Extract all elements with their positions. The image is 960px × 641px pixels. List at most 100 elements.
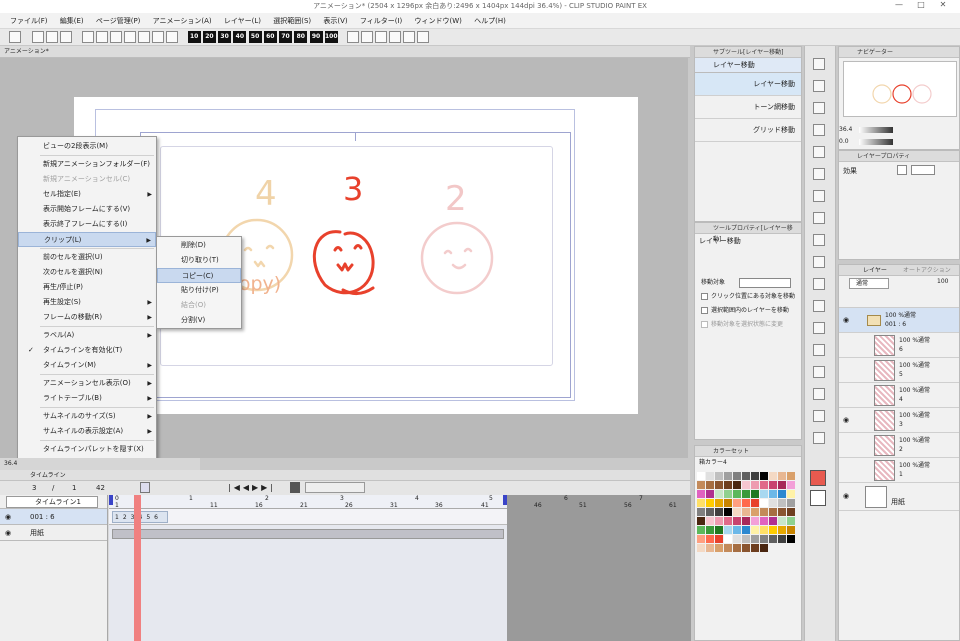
- tab-layer[interactable]: レイヤー: [863, 265, 887, 276]
- color-swatch[interactable]: [742, 535, 750, 543]
- color-swatch[interactable]: [751, 535, 759, 543]
- layer-cell-5[interactable]: 100 %通常 5: [839, 358, 959, 383]
- menu-layer[interactable]: レイヤー(L): [224, 17, 261, 25]
- color-swatch[interactable]: [733, 517, 741, 525]
- color-swatch[interactable]: [742, 517, 750, 525]
- opacity-40[interactable]: 40: [233, 31, 247, 43]
- color-swatch[interactable]: [706, 490, 714, 498]
- color-swatch[interactable]: [778, 535, 786, 543]
- color-swatch[interactable]: [778, 499, 786, 507]
- menu-edit[interactable]: 編集(E): [60, 17, 84, 25]
- track-row-folder[interactable]: [109, 509, 507, 525]
- playback-controls[interactable]: |◀◀▶▶|: [228, 481, 276, 495]
- color-swatch[interactable]: [751, 544, 759, 552]
- color-swatch[interactable]: [787, 508, 795, 516]
- subtool-layer-move[interactable]: レイヤー移動: [695, 73, 801, 96]
- color-swatch[interactable]: [751, 526, 759, 534]
- color-swatch[interactable]: [778, 508, 786, 516]
- menu-item-play-stop[interactable]: 再生/停止(P): [18, 280, 156, 295]
- color-swatch[interactable]: [697, 481, 705, 489]
- close-button[interactable]: ✕: [932, 0, 954, 9]
- color-swatch[interactable]: [760, 508, 768, 516]
- color-swatch[interactable]: [715, 544, 723, 552]
- menu-item-hide-timeline[interactable]: タイムラインパレットを隠す(X): [18, 442, 156, 457]
- new-icon[interactable]: [31, 31, 44, 43]
- color-swatch[interactable]: [706, 472, 714, 480]
- color-swatch[interactable]: [706, 481, 714, 489]
- menu-item-timeline[interactable]: タイムライン(M) ▶: [18, 358, 156, 373]
- timeline-settings-icon[interactable]: [140, 482, 150, 493]
- color-swatch[interactable]: [697, 472, 705, 480]
- menu-item-new-animation-folder[interactable]: 新規アニメーションフォルダー(F): [18, 157, 156, 172]
- eraser-tool-icon[interactable]: [813, 146, 825, 158]
- color-swatch[interactable]: [742, 499, 750, 507]
- color-swatch[interactable]: [706, 499, 714, 507]
- color-swatch[interactable]: [697, 490, 705, 498]
- opacity-70[interactable]: 70: [279, 31, 293, 43]
- ruler-icon[interactable]: [347, 31, 360, 43]
- opacity-30[interactable]: 30: [218, 31, 232, 43]
- color-swatch[interactable]: [706, 517, 714, 525]
- loop-icon[interactable]: [290, 482, 300, 493]
- color-swatch[interactable]: [697, 544, 705, 552]
- color-swatch[interactable]: [715, 472, 723, 480]
- main-color-swatch[interactable]: [810, 470, 826, 486]
- color-swatch[interactable]: [760, 472, 768, 480]
- menu-item-set-start-frame[interactable]: 表示開始フレームにする(V): [18, 202, 156, 217]
- color-swatch[interactable]: [769, 535, 777, 543]
- undo-icon[interactable]: [82, 31, 95, 43]
- option-click-position[interactable]: クリック位置にある対象を移動: [695, 290, 801, 304]
- filter-icon[interactable]: [403, 31, 416, 43]
- menu-item-move-frame[interactable]: フレームの移動(R) ▶: [18, 310, 156, 325]
- color-swatch[interactable]: [751, 517, 759, 525]
- color-swatch[interactable]: [787, 499, 795, 507]
- color-swatch[interactable]: [769, 517, 777, 525]
- start-frame[interactable]: 1: [72, 481, 76, 495]
- opacity-90[interactable]: 90: [309, 31, 323, 43]
- color-swatch[interactable]: [697, 508, 705, 516]
- color-swatch[interactable]: [787, 490, 795, 498]
- color-swatch[interactable]: [733, 508, 741, 516]
- menu-animation[interactable]: アニメーション(A): [153, 17, 212, 25]
- submenu-paste[interactable]: 貼り付け(P): [157, 283, 241, 298]
- color-swatch[interactable]: [742, 481, 750, 489]
- snap-icon[interactable]: [124, 31, 137, 43]
- border-icon[interactable]: [361, 31, 374, 43]
- color-swatch[interactable]: [769, 472, 777, 480]
- layer-cell-2[interactable]: 100 %通常 2: [839, 433, 959, 458]
- menu-item-play-settings[interactable]: 再生設定(S) ▶: [18, 295, 156, 310]
- submenu-cut[interactable]: 切り取り(T): [157, 253, 241, 268]
- timeline-grid[interactable]: 123456 0 1 2 3 4 5 6 7 1 11 16 21 26 31 …: [109, 495, 691, 641]
- color-swatch[interactable]: [724, 517, 732, 525]
- color-swatch[interactable]: [733, 544, 741, 552]
- menu-view[interactable]: 表示(V): [323, 17, 347, 25]
- color-swatch[interactable]: [769, 490, 777, 498]
- line-icon[interactable]: [813, 432, 825, 444]
- color-swatch[interactable]: [724, 544, 732, 552]
- color-swatch[interactable]: [751, 472, 759, 480]
- color-swatch[interactable]: [733, 535, 741, 543]
- color-swatch[interactable]: [724, 508, 732, 516]
- subtool-tone-move[interactable]: トーン網移動: [695, 96, 801, 119]
- eyedropper-icon[interactable]: [813, 322, 825, 334]
- color-swatch[interactable]: [760, 535, 768, 543]
- color-swatch[interactable]: [787, 535, 795, 543]
- navigator-preview[interactable]: [843, 61, 957, 117]
- effect-border-icon[interactable]: [897, 165, 907, 175]
- color-swatch[interactable]: [769, 526, 777, 534]
- color-swatch[interactable]: [724, 490, 732, 498]
- maximize-button[interactable]: □: [910, 0, 932, 9]
- opacity-80[interactable]: 80: [294, 31, 308, 43]
- gradient-icon[interactable]: [813, 300, 825, 312]
- navigator-angle[interactable]: 0.0: [839, 138, 849, 145]
- menu-item-two-row-view[interactable]: ビューの2段表示(M): [18, 139, 156, 154]
- layer-cell-4[interactable]: 100 %通常 4: [839, 383, 959, 408]
- layer-cell-3[interactable]: ◉ 100 %通常 3: [839, 408, 959, 433]
- color-swatch[interactable]: [715, 535, 723, 543]
- subtool-grid-move[interactable]: グリッド移動: [695, 119, 801, 142]
- transform-icon[interactable]: [152, 31, 165, 43]
- menu-filter[interactable]: フィルター(I): [360, 17, 402, 25]
- menu-item-light-table[interactable]: ライトテーブル(B) ▶: [18, 391, 156, 406]
- color-set-select[interactable]: 箱カラー4: [695, 457, 801, 469]
- save-icon[interactable]: [59, 31, 72, 43]
